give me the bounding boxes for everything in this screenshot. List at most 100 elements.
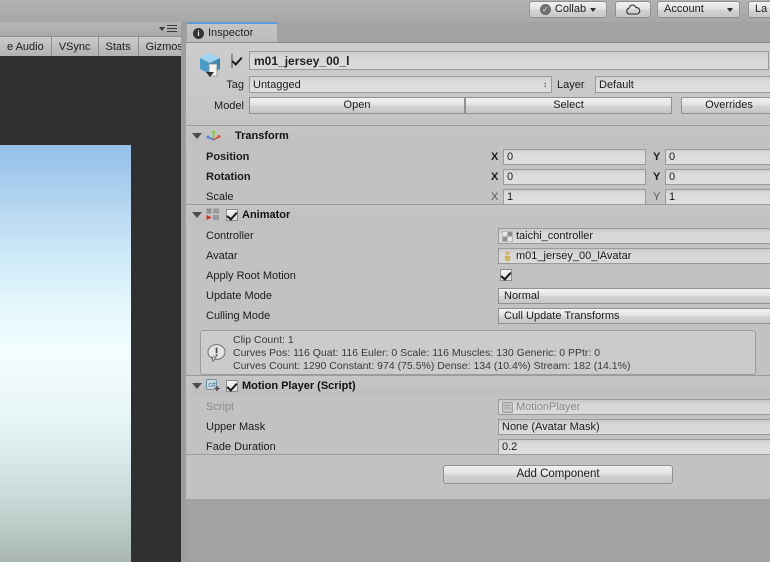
tab-inspector[interactable]: i Inspector: [187, 22, 277, 42]
culling-mode-dropdown[interactable]: Cull Update Transforms: [498, 308, 770, 324]
gameobject-header: m01_jersey_00_l Tag Untagged ↕ Layer Def…: [186, 43, 770, 126]
update-mode-label: Update Mode: [206, 290, 273, 302]
component-transform: Transform Position X 0 Y 0 Rotation X 0 …: [186, 126, 770, 205]
transform-title: Transform: [235, 129, 289, 142]
animator-header[interactable]: Animator: [186, 205, 770, 224]
game-view-panel: e Audio VSync Stats Gizmos: [0, 22, 204, 562]
top-toolbar: ✓ Collab Account La: [0, 0, 770, 22]
unity-editor-window: ✓ Collab Account La e Audio VSync Stats …: [0, 0, 770, 562]
position-x-field[interactable]: 0: [503, 149, 646, 165]
layers-button[interactable]: La: [748, 1, 770, 18]
model-overrides-button[interactable]: Overrides: [681, 97, 770, 114]
upper-mask-object-field[interactable]: None (Avatar Mask): [498, 419, 770, 435]
tab-vsync[interactable]: VSync: [52, 37, 99, 57]
avatar-value: m01_jersey_00_lAvatar: [516, 250, 632, 262]
tag-label: Tag: [226, 79, 244, 91]
foldout-arrow-icon[interactable]: [192, 132, 202, 139]
game-view-titlebar: [0, 22, 181, 36]
position-y-field[interactable]: 0: [665, 149, 770, 165]
animator-controller-row: Controller taichi_controller: [186, 228, 770, 246]
scale-x-field[interactable]: 1: [503, 189, 646, 205]
gameobject-enabled-checkbox[interactable]: [231, 54, 233, 68]
prefab-cube-icon: [200, 53, 220, 77]
script-object-field: MotionPlayer: [498, 399, 770, 415]
update-mode-dropdown[interactable]: Normal: [498, 288, 770, 304]
animator-icon: [206, 208, 219, 220]
controller-label: Controller: [206, 230, 254, 242]
inspector-empty-area: [186, 499, 770, 562]
help-exclamation-icon: [207, 344, 226, 362]
layer-label: Layer: [557, 79, 585, 91]
cloud-button[interactable]: [615, 1, 651, 18]
transform-position-row: Position X 0 Y 0: [186, 149, 770, 167]
scale-y-label: Y: [653, 191, 661, 203]
check-circle-icon: ✓: [539, 4, 551, 15]
apply-root-motion-checkbox[interactable]: [500, 269, 512, 281]
position-y-label: Y: [653, 151, 661, 163]
scale-y-field[interactable]: 1: [665, 189, 770, 205]
script-label: Script: [206, 401, 235, 413]
transform-axis-icon: [206, 130, 221, 141]
collab-button[interactable]: ✓ Collab: [529, 1, 607, 18]
tab-audio[interactable]: e Audio: [0, 37, 52, 57]
avatar-object-field[interactable]: m01_jersey_00_lAvatar: [498, 248, 770, 264]
model-label: Model: [214, 100, 244, 112]
cs-script-icon: c#: [206, 379, 220, 392]
component-animator: Animator Controller taichi_controller Av…: [186, 205, 770, 376]
apply-root-motion-label: Apply Root Motion: [206, 270, 296, 282]
animator-enabled-checkbox[interactable]: [226, 208, 238, 221]
cloud-icon: [626, 4, 641, 15]
tag-dropdown[interactable]: Untagged ↕: [249, 76, 552, 93]
updown-arrows-icon: ↕: [543, 79, 547, 89]
rotation-x-field[interactable]: 0: [503, 169, 646, 185]
upper-mask-label: Upper Mask: [206, 421, 266, 433]
inspector-body: m01_jersey_00_l Tag Untagged ↕ Layer Def…: [186, 42, 770, 562]
collab-label: Collab: [554, 3, 587, 15]
add-component-button[interactable]: Add Component: [443, 465, 673, 484]
inspector-panel: i Inspector m01_jersey_00_l Tag Untagged…: [186, 22, 770, 562]
foldout-arrow-icon[interactable]: [192, 382, 202, 389]
tag-value: Untagged: [253, 78, 301, 91]
position-x-label: X: [491, 151, 499, 163]
motion-player-enabled-checkbox[interactable]: [226, 379, 238, 392]
foldout-arrow-icon[interactable]: [192, 211, 202, 218]
animator-controller-icon: [502, 230, 513, 242]
model-open-button[interactable]: Open: [249, 97, 465, 114]
culling-mode-label: Culling Mode: [206, 310, 271, 322]
layers-label: La: [755, 3, 768, 15]
scale-x-label: X: [491, 191, 499, 203]
position-label: Position: [206, 151, 250, 163]
fade-duration-field[interactable]: 0.2: [498, 439, 770, 455]
animator-clip-info-text: Clip Count: 1 Curves Pos: 116 Quat: 116 …: [233, 334, 631, 372]
rotation-y-field[interactable]: 0: [665, 169, 770, 185]
component-motion-player: c# Motion Player (Script) Script MotionP…: [186, 376, 770, 455]
inspector-tab-label: Inspector: [208, 27, 254, 39]
transform-rotation-row: Rotation X 0 Y 0: [186, 169, 770, 187]
animator-clip-info-box: Clip Count: 1 Curves Pos: 116 Quat: 116 …: [200, 330, 756, 375]
rotation-x-label: X: [491, 171, 499, 183]
add-component-area: Add Component: [186, 455, 770, 499]
chevron-down-icon: [727, 7, 733, 12]
script-asset-icon: [502, 401, 513, 413]
game-view-toolbar: e Audio VSync Stats Gizmos: [0, 36, 204, 57]
layer-value: Default: [599, 78, 634, 91]
rendered-sky-gradient: [0, 145, 131, 562]
layer-dropdown[interactable]: Default: [595, 76, 770, 93]
panel-menu-icon[interactable]: [159, 25, 177, 32]
motion-player-upper-mask-row: Upper Mask None (Avatar Mask): [186, 419, 770, 437]
account-label: Account: [664, 3, 704, 15]
animator-culling-mode-row: Culling Mode Cull Update Transforms: [186, 308, 770, 326]
motion-player-header[interactable]: c# Motion Player (Script): [186, 376, 770, 395]
animator-avatar-row: Avatar m01_jersey_00_lAvatar: [186, 248, 770, 266]
controller-value: taichi_controller: [516, 230, 594, 242]
model-select-button[interactable]: Select: [465, 97, 672, 114]
account-button[interactable]: Account: [657, 1, 740, 18]
transform-header[interactable]: Transform: [186, 126, 770, 145]
controller-object-field[interactable]: taichi_controller: [498, 228, 770, 244]
game-view-canvas[interactable]: [0, 56, 181, 562]
tab-stats[interactable]: Stats: [99, 37, 139, 57]
scale-label: Scale: [206, 191, 234, 203]
script-value: MotionPlayer: [516, 401, 581, 413]
animator-title: Animator: [242, 208, 291, 221]
gameobject-name-field[interactable]: m01_jersey_00_l: [249, 51, 769, 70]
